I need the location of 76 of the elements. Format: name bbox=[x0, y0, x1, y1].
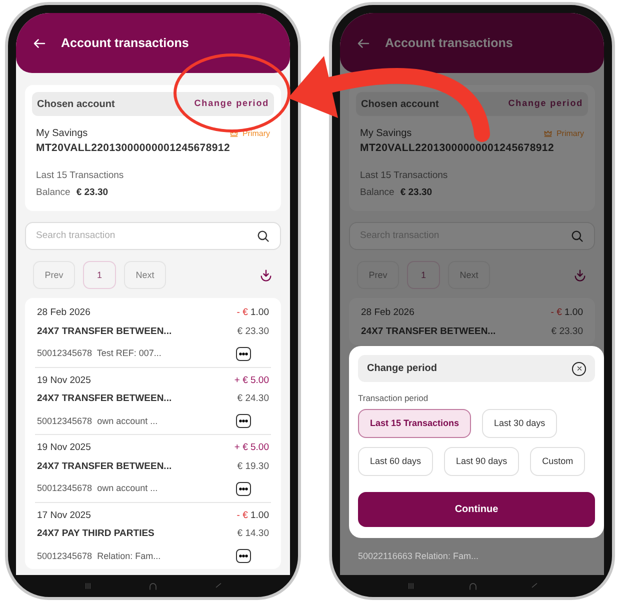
account-name: My Savings bbox=[36, 127, 88, 141]
more-options-button[interactable] bbox=[236, 482, 251, 496]
download-button[interactable] bbox=[259, 268, 273, 282]
search-input[interactable]: Search transaction bbox=[36, 229, 216, 244]
running-balance: € 14.30 bbox=[237, 527, 269, 541]
running-balance: € 23.30 bbox=[237, 324, 269, 338]
download-button[interactable] bbox=[573, 268, 587, 282]
recent-apps-icon bbox=[83, 582, 94, 590]
section-label: Chosen account bbox=[37, 98, 115, 112]
back-icon bbox=[214, 582, 223, 590]
page-number: 1 bbox=[83, 261, 116, 290]
continue-button[interactable]: Continue bbox=[358, 492, 595, 527]
transaction-reference: 50022116663 Relation: Fam... bbox=[358, 550, 478, 562]
crown-icon bbox=[543, 128, 554, 138]
page-number: 1 bbox=[407, 261, 440, 290]
transaction-date: 17 Nov 2025 bbox=[37, 508, 92, 523]
screen-title: Account transactions bbox=[61, 34, 189, 52]
transaction-title: 24X7 TRANSFER BETWEEN... bbox=[37, 324, 172, 338]
recent-apps-icon bbox=[406, 582, 416, 590]
transaction-amount: + € 5.00 bbox=[234, 374, 269, 388]
account-iban: MT20VALL22013000000001245678912 bbox=[359, 141, 555, 156]
more-options-button[interactable] bbox=[236, 549, 251, 564]
period-option[interactable]: Last 90 days bbox=[444, 447, 520, 476]
back-icon bbox=[530, 582, 538, 590]
download-icon bbox=[259, 268, 273, 282]
sheet-title: Change period bbox=[367, 362, 438, 376]
transaction-amount: - € 1.00 bbox=[236, 306, 269, 320]
transaction-date: 28 Feb 2026 bbox=[361, 306, 416, 320]
period-option[interactable]: Last 15 Transactions bbox=[358, 409, 472, 438]
change-period-link[interactable]: Change period bbox=[194, 97, 269, 111]
search-field[interactable]: Search transaction bbox=[25, 222, 281, 250]
balance-amount: € 23.30 bbox=[400, 186, 432, 200]
period-label: Last 15 Transactions bbox=[359, 168, 449, 183]
field-label: Transaction period bbox=[358, 392, 430, 405]
running-balance: € 23.30 bbox=[551, 324, 583, 338]
close-button[interactable] bbox=[572, 362, 586, 376]
download-icon bbox=[573, 268, 587, 282]
account-iban: MT20VALL22013000000001245678912 bbox=[35, 141, 231, 156]
transaction-title: 24X7 TRANSFER BETWEEN... bbox=[37, 460, 172, 474]
transaction-title: 24X7 TRANSFER BETWEEN... bbox=[37, 392, 172, 406]
transaction-amount: - € 1.00 bbox=[550, 306, 583, 320]
home-icon bbox=[147, 582, 160, 590]
home-icon bbox=[466, 582, 478, 590]
more-options-button[interactable] bbox=[236, 346, 251, 361]
transaction-reference: 50012345678 own account ... bbox=[37, 414, 158, 428]
transaction-title: 24X7 PAY THIRD PARTIES bbox=[37, 527, 154, 541]
transaction-title: 24X7 TRANSFER BETWEEN... bbox=[361, 324, 496, 338]
transaction-date: 28 Feb 2026 bbox=[37, 306, 92, 320]
period-option[interactable]: Last 30 days bbox=[482, 409, 558, 438]
transaction-amount: + € 5.00 bbox=[234, 441, 269, 456]
ellipsis-icon bbox=[239, 419, 248, 424]
balance-amount: € 23.30 bbox=[76, 186, 108, 200]
transaction-date: 19 Nov 2025 bbox=[37, 441, 92, 456]
transaction-amount: - € 1.00 bbox=[236, 508, 269, 523]
ellipsis-icon bbox=[239, 554, 248, 558]
running-balance: € 19.30 bbox=[237, 460, 269, 474]
balance-label: Balance bbox=[36, 186, 70, 200]
transaction-date: 19 Nov 2025 bbox=[37, 374, 92, 388]
screen-title: Account transactions bbox=[385, 34, 513, 52]
primary-label: Primary bbox=[556, 128, 584, 140]
section-label: Chosen account bbox=[361, 98, 439, 112]
balance-label: Balance bbox=[360, 186, 394, 200]
search-icon bbox=[256, 229, 270, 244]
more-options-button[interactable] bbox=[236, 414, 251, 428]
transaction-reference: 50012345678 own account ... bbox=[37, 482, 158, 496]
ellipsis-icon bbox=[239, 352, 248, 356]
period-option[interactable]: Custom bbox=[530, 447, 586, 476]
transaction-reference: 50012345678 Relation: Fam... bbox=[37, 550, 161, 563]
close-icon bbox=[576, 365, 582, 372]
search-icon bbox=[570, 229, 584, 244]
period-label: Last 15 Transactions bbox=[35, 168, 125, 183]
period-option[interactable]: Last 60 days bbox=[358, 447, 434, 476]
account-name: My Savings bbox=[360, 127, 412, 141]
transaction-reference: 50012345678 Test REF: 007... bbox=[37, 347, 162, 360]
running-balance: € 24.30 bbox=[237, 392, 269, 406]
ellipsis-icon bbox=[239, 486, 248, 491]
